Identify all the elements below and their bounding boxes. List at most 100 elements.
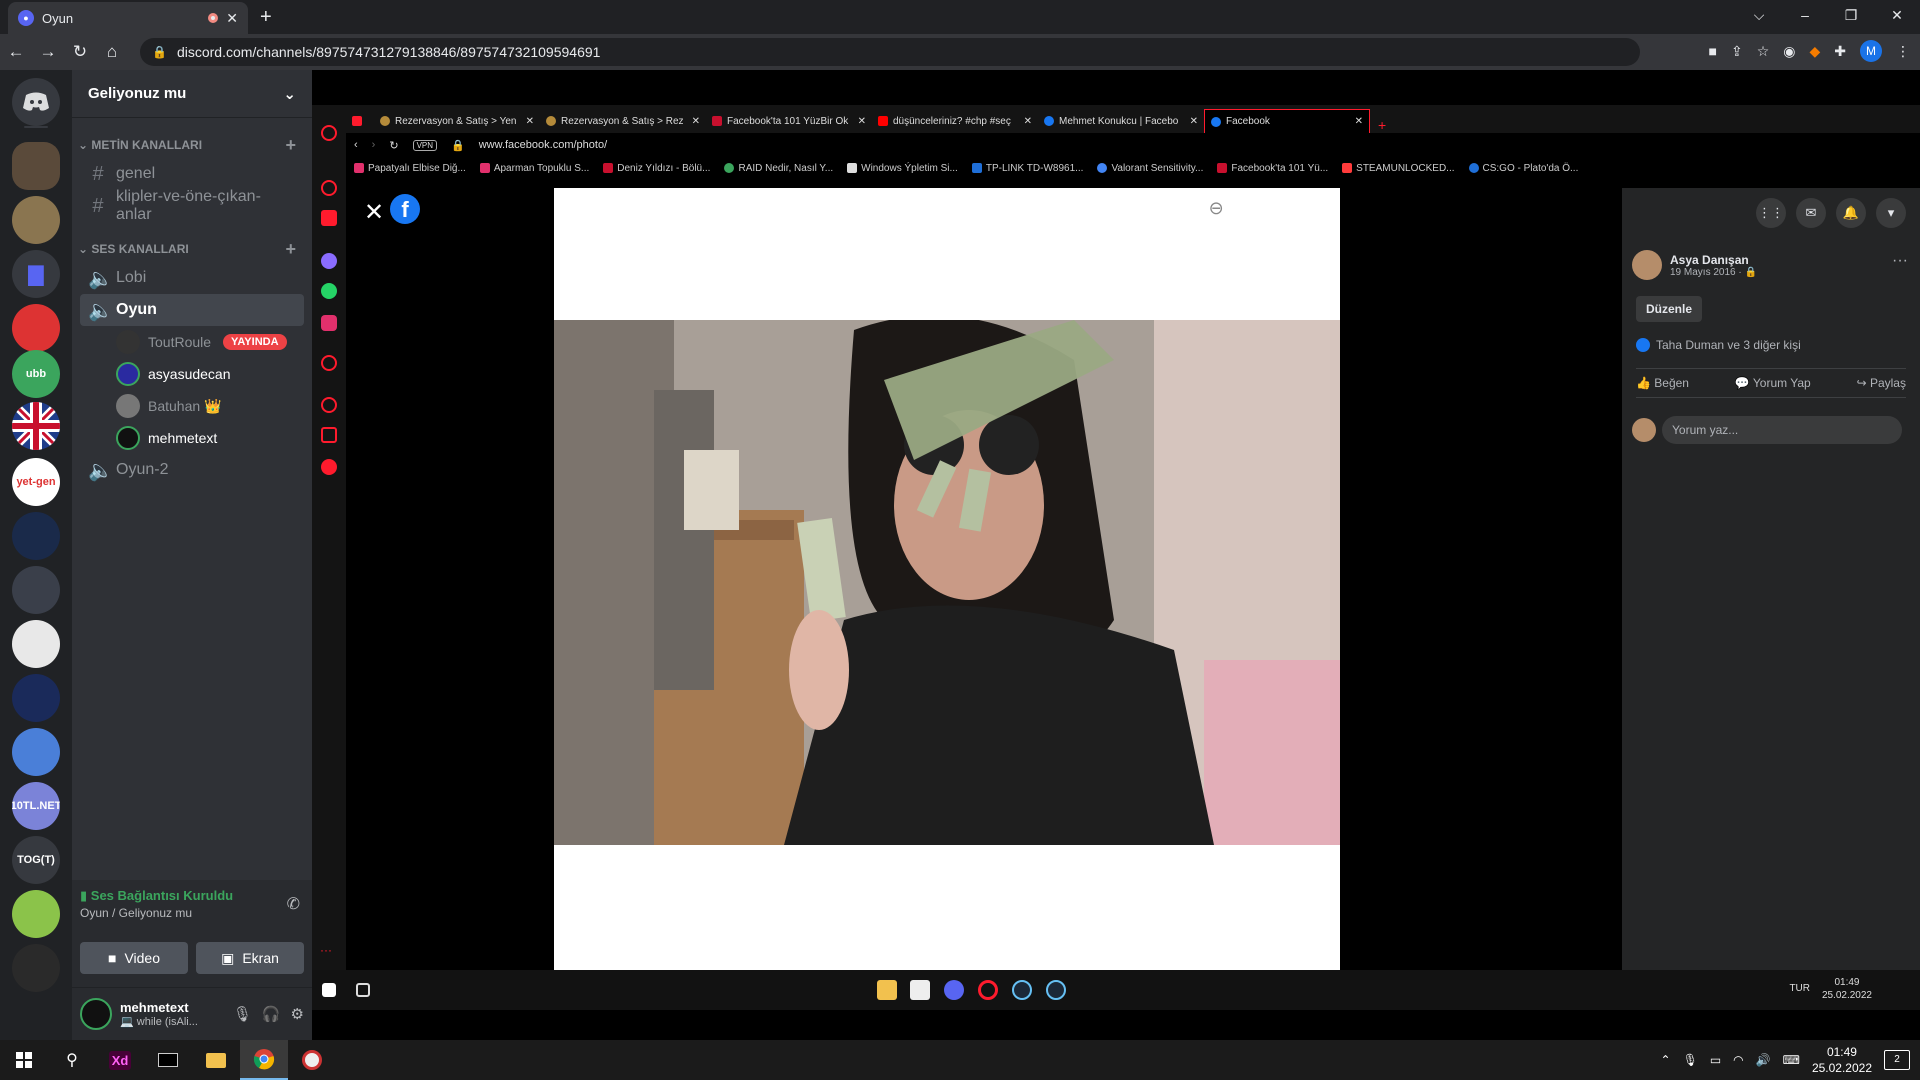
tab-search-icon[interactable]: ⌵ [1736, 0, 1782, 30]
battery-icon[interactable]: ▭ [1710, 1053, 1721, 1067]
opera-tab[interactable]: düşünceleriniz? #chp #seç ✕ [872, 109, 1038, 133]
bookmark-star-icon[interactable]: ☆ [1757, 43, 1770, 60]
volume-icon[interactable]: 🔊 [1756, 1053, 1771, 1067]
post-date[interactable]: 19 Mayıs 2016 · 🔒 [1670, 267, 1757, 278]
guild-emblem[interactable] [12, 196, 60, 244]
messenger-icon[interactable]: ✉ [1796, 198, 1826, 228]
bookmark[interactable]: CS:GO - Plato'da Ö... [1468, 163, 1578, 174]
instagram-icon[interactable] [321, 315, 337, 331]
restore-button[interactable]: ❐ [1828, 0, 1874, 30]
photo[interactable] [554, 320, 1340, 845]
extension-orange-icon[interactable]: ◆ [1809, 43, 1820, 60]
extensions-icon[interactable] [321, 427, 337, 443]
chrome-tab-oyun[interactable]: ● Oyun ✕ [8, 2, 248, 34]
whatsapp-icon[interactable] [321, 283, 337, 299]
app-icon[interactable] [288, 1040, 336, 1080]
vpn-badge[interactable]: VPN [412, 139, 438, 151]
opera-tab[interactable]: Rezervasyon & Satış > Rez ✕ [540, 109, 706, 133]
guild-geliyonuz-mu[interactable] [12, 142, 60, 190]
bookmark[interactable]: TP-LINK TD-W8961... [971, 163, 1083, 174]
share-icon[interactable]: ⇪ [1731, 43, 1743, 60]
voice-channel-oyun[interactable]: 🔈 Oyun [80, 294, 304, 326]
voice-user-mehmetext[interactable]: mehmetext [116, 422, 312, 454]
new-tab-button[interactable]: + [260, 6, 272, 29]
puzzle-extensions-icon[interactable]: ✚ [1834, 43, 1846, 60]
opera-new-tab-button[interactable]: + [1370, 117, 1394, 133]
account-chevron-icon[interactable]: ▾ [1876, 198, 1906, 228]
chrome-icon[interactable] [240, 1040, 288, 1080]
opera-workspace-icon[interactable] [346, 109, 374, 133]
headphones-icon[interactable]: 🎧 [262, 1005, 281, 1023]
author-name[interactable]: Asya Danışan [1670, 253, 1757, 267]
guild-green-logo[interactable] [12, 890, 60, 938]
opera-tab[interactable]: Facebook'ta 101 YüzBir Ok ✕ [706, 109, 872, 133]
channel-genel[interactable]: # genel [80, 158, 304, 190]
screen-share-stream[interactable]: ··· Rezervasyon & Satış > Yen ✕ Rezervasy… [312, 70, 1920, 1040]
bookmark[interactable]: Aparman Topuklu S... [479, 163, 589, 174]
address-bar[interactable]: 🔒 discord.com/channels/89757473127913884… [140, 38, 1640, 66]
search-icon[interactable]: ⚲ [48, 1040, 96, 1080]
close-tab-icon[interactable]: ✕ [226, 10, 238, 27]
minimize-button[interactable]: – [1782, 0, 1828, 30]
server-header[interactable]: Geliyonuz mu ⌄ [72, 70, 312, 118]
clock[interactable]: 01:49 25.02.2022 [1812, 1044, 1872, 1076]
bookmark[interactable]: RAID Nedir, Nasıl Y... [724, 163, 833, 174]
keyboard-icon[interactable]: ⌨ [1783, 1053, 1800, 1067]
category-voice-channels[interactable]: ⌄ SES KANALLARI + [72, 236, 312, 262]
my-flow-icon[interactable] [321, 210, 337, 226]
settings-gear-icon[interactable]: ⚙ [291, 1005, 304, 1023]
opera-tab[interactable]: Mehmet Konukcu | Facebo ✕ [1038, 109, 1204, 133]
windows-start-icon[interactable] [0, 1040, 48, 1080]
comment-button[interactable]: 💬 Yorum Yap [1735, 376, 1811, 390]
bookmark[interactable]: Valorant Sensitivity... [1097, 163, 1203, 174]
voice-channel-oyun-2[interactable]: 🔈 Oyun-2 [80, 454, 304, 486]
close-tab-icon[interactable]: ✕ [1355, 116, 1363, 127]
opera-tab[interactable]: Rezervasyon & Satış > Yen ✕ [374, 109, 540, 133]
fullscreen-icon[interactable]: ⤢ [1278, 198, 1292, 219]
guild-dark-blue[interactable] [12, 674, 60, 722]
forward-icon[interactable]: → [32, 42, 64, 62]
microphone-icon[interactable]: 🎙 [1683, 1053, 1698, 1067]
zoom-out-icon[interactable]: ⊖ [1209, 198, 1224, 219]
close-viewer-icon[interactable]: ✕ [364, 198, 384, 227]
share-button[interactable]: ↪ Paylaş [1857, 376, 1906, 390]
reload-icon[interactable]: ↻ [64, 42, 96, 62]
guild-10tl-net[interactable]: 10TL.NET [12, 782, 60, 830]
comment-input[interactable]: Yorum yaz... [1662, 416, 1902, 444]
history-icon[interactable] [321, 397, 337, 413]
guild-dubb[interactable]: ubb [12, 350, 60, 398]
guild-uk-flag[interactable] [12, 402, 60, 450]
guild-red-badge[interactable] [12, 304, 60, 352]
channel-klipler[interactable]: # klipler-ve-öne-çıkan-anlar [80, 188, 304, 223]
folder-icon[interactable]: ▇ [12, 250, 60, 298]
profile-avatar[interactable]: M [1860, 40, 1882, 62]
edit-button[interactable]: Düzenle [1636, 296, 1703, 322]
more-options-icon[interactable]: ··· [1892, 252, 1908, 270]
disconnect-icon[interactable]: ✆ [287, 894, 300, 914]
tag-icon[interactable]: ◆ [1244, 198, 1258, 219]
screen-share-button[interactable]: ▣ Ekran [196, 942, 304, 974]
video-button[interactable]: ■ Video [80, 942, 188, 974]
camera-icon[interactable]: ■ [1709, 43, 1717, 59]
bookmark[interactable]: Deniz Yıldızı - Bölü... [603, 163, 710, 174]
bookmark[interactable]: Windows Ýpletim Si... [847, 163, 958, 174]
bookmark[interactable]: STEAMUNLOCKED... [1342, 163, 1455, 174]
bookmark[interactable]: Papatyalı Elbise Diğ... [354, 163, 466, 174]
settings-icon[interactable] [321, 459, 337, 475]
show-hidden-icons-icon[interactable]: ⌃ [1661, 1053, 1671, 1067]
terminal-icon[interactable] [144, 1040, 192, 1080]
voice-user-asyasudecan[interactable]: asyasudecan [116, 358, 312, 390]
guild-blue-logo[interactable] [12, 728, 60, 776]
notification-center-icon[interactable]: 2 [1884, 1050, 1910, 1070]
forward-icon[interactable]: › [372, 139, 376, 151]
likes-summary[interactable]: Taha Duman ve 3 diğer kişi [1636, 338, 1801, 352]
home-icon[interactable]: ⌂ [96, 42, 128, 62]
player-icon[interactable] [321, 355, 337, 371]
notifications-bell-icon[interactable]: 🔔 [1836, 198, 1866, 228]
close-tab-icon[interactable]: ✕ [526, 116, 534, 127]
opera-logo-icon[interactable] [321, 125, 337, 141]
extension-icon[interactable]: ◉ [1783, 43, 1795, 60]
voice-user-toutroule[interactable]: ToutRoule YAYINDA [116, 326, 312, 358]
guild-colorful[interactable] [12, 620, 60, 668]
guild-portrait[interactable] [12, 566, 60, 614]
